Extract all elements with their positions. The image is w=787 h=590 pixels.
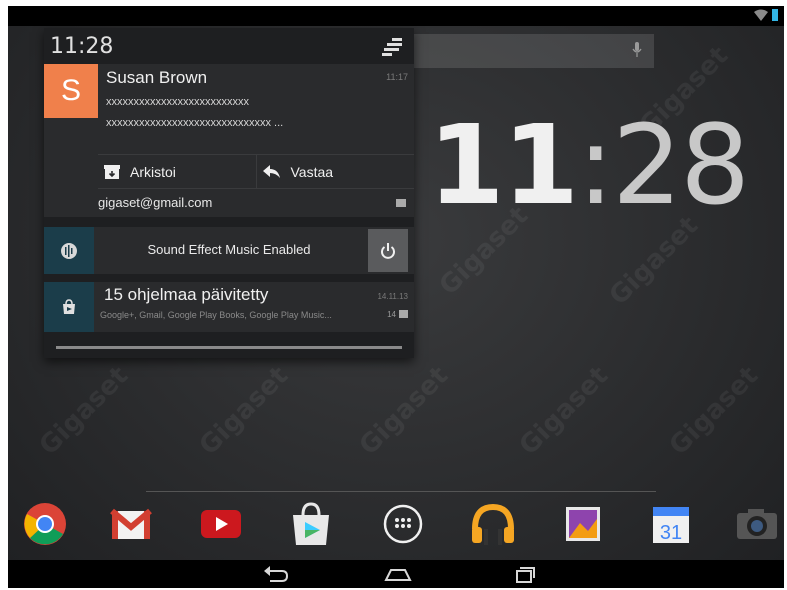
watermark: Gigaset (193, 360, 295, 462)
gallery-icon[interactable] (560, 501, 606, 547)
mic-icon[interactable] (632, 42, 642, 58)
message-line-1: xxxxxxxxxxxxxxxxxxxxxxxxxx (106, 96, 249, 108)
avatar: S (44, 64, 98, 118)
archive-label: Arkistoi (130, 163, 176, 180)
sender-name: Susan Brown (106, 68, 208, 87)
shade-time: 11:28 (50, 34, 114, 59)
store-small-icon (399, 310, 408, 318)
navigation-bar (8, 560, 784, 588)
power-icon (381, 242, 395, 259)
apps-updated-notification[interactable]: 15 ohjelmaa päivitetty Google+, Gmail, G… (44, 282, 414, 332)
clock-separator: : (577, 101, 614, 229)
reply-label: Vastaa (290, 163, 334, 180)
status-bar (8, 6, 784, 26)
calendar-icon[interactable]: 31 (648, 501, 694, 547)
dock-divider (146, 491, 656, 492)
app-drawer-icon[interactable] (380, 501, 426, 547)
tablet-screen: Gigaset Gigaset Gigaset Gigaset Gigaset … (8, 6, 784, 588)
notification-time: 11:17 (386, 72, 408, 82)
chrome-icon[interactable] (22, 501, 68, 547)
archive-icon (104, 164, 120, 179)
quick-settings-icon[interactable] (382, 38, 404, 56)
gmail-icon[interactable] (108, 501, 154, 547)
watermark: Gigaset (513, 360, 615, 462)
dock: 31 (8, 501, 784, 551)
camera-icon[interactable] (734, 501, 780, 547)
play-store-update-icon (44, 282, 94, 332)
power-button[interactable] (368, 229, 408, 272)
shade-drag-handle[interactable] (56, 346, 402, 349)
watermark: Gigaset (663, 360, 765, 462)
reply-button[interactable]: Vastaa (255, 155, 415, 188)
play-music-icon[interactable] (470, 501, 516, 547)
clock-minutes: 28 (612, 101, 750, 229)
watermark: Gigaset (353, 360, 455, 462)
message-line-2: xxxxxxxxxxxxxxxxxxxxxxxxxxxxxx ... (106, 117, 284, 129)
shade-header: 11:28 (44, 28, 414, 64)
update-title: 15 ohjelmaa päivitetty (104, 285, 269, 304)
play-store-icon[interactable] (288, 501, 334, 547)
sound-effect-label: Sound Effect Music Enabled (147, 242, 311, 257)
notification-shade: 11:28 S Susan Brown 11:17 xxxxxxxxxxxxxx… (44, 28, 414, 358)
reply-icon (262, 164, 280, 178)
account-row: gigaset@gmail.com (98, 188, 414, 217)
update-subtitle: Google+, Gmail, Google Play Books, Googl… (100, 310, 332, 320)
youtube-icon[interactable] (198, 501, 244, 547)
sound-effect-icon (44, 227, 94, 274)
clock-hours: 11 (428, 101, 579, 229)
sound-effect-notification[interactable]: Sound Effect Music Enabled (44, 227, 414, 274)
home-clock[interactable]: 11:28 (428, 101, 750, 229)
notification-actions: Arkistoi Vastaa (98, 154, 414, 188)
account-email: gigaset@gmail.com (98, 195, 213, 210)
recent-apps-icon[interactable] (508, 564, 538, 584)
home-icon[interactable] (383, 564, 413, 584)
watermark: Gigaset (33, 360, 135, 462)
back-icon[interactable] (260, 564, 290, 584)
archive-button[interactable]: Arkistoi (98, 155, 256, 188)
gmail-notification[interactable]: S Susan Brown 11:17 xxxxxxxxxxxxxxxxxxxx… (44, 64, 414, 217)
mail-icon (396, 199, 406, 207)
battery-icon (772, 9, 778, 21)
calendar-day: 31 (660, 522, 682, 544)
update-count: 14 (387, 310, 396, 319)
wifi-icon (754, 9, 768, 21)
update-date: 14.11.13 (377, 292, 408, 301)
status-icons (754, 9, 778, 21)
search-bar[interactable] (413, 34, 654, 68)
